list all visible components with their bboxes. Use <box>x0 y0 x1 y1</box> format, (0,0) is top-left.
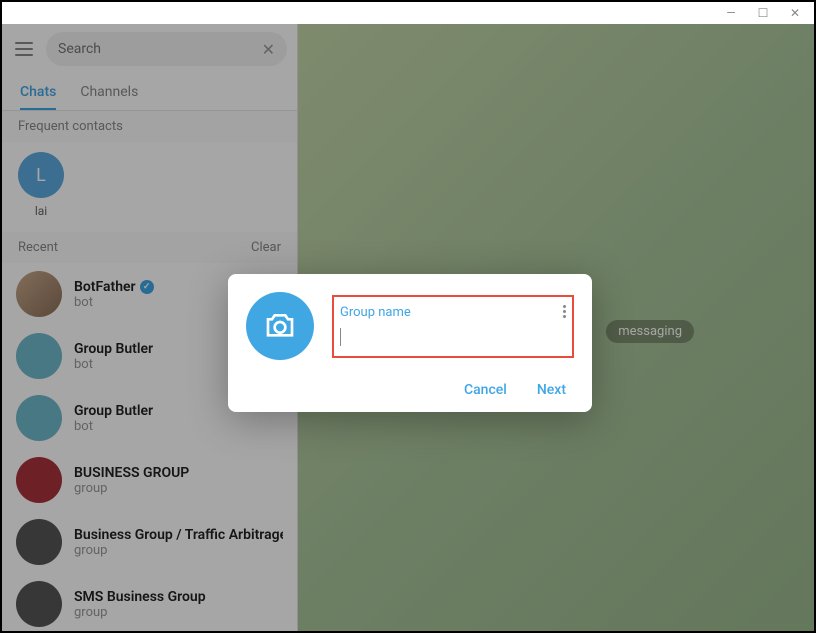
minimize-button[interactable]: — <box>724 6 738 20</box>
app-window: — ☐ ✕ ✕ Chats Channels Frequent contacts… <box>2 2 814 631</box>
new-group-dialog: Group name Cancel Next <box>228 274 592 412</box>
main-area: ✕ Chats Channels Frequent contacts Llai … <box>2 24 814 631</box>
maximize-button[interactable]: ☐ <box>756 6 770 20</box>
group-name-field[interactable]: Group name <box>332 295 574 358</box>
group-name-label: Group name <box>340 305 566 320</box>
camera-icon <box>264 310 296 342</box>
group-photo-button[interactable] <box>246 292 314 360</box>
next-button[interactable]: Next <box>537 382 566 398</box>
more-icon[interactable] <box>563 305 566 318</box>
titlebar: — ☐ ✕ <box>2 2 814 24</box>
group-name-input[interactable] <box>340 328 566 346</box>
cancel-button[interactable]: Cancel <box>464 382 507 398</box>
close-button[interactable]: ✕ <box>788 6 802 20</box>
